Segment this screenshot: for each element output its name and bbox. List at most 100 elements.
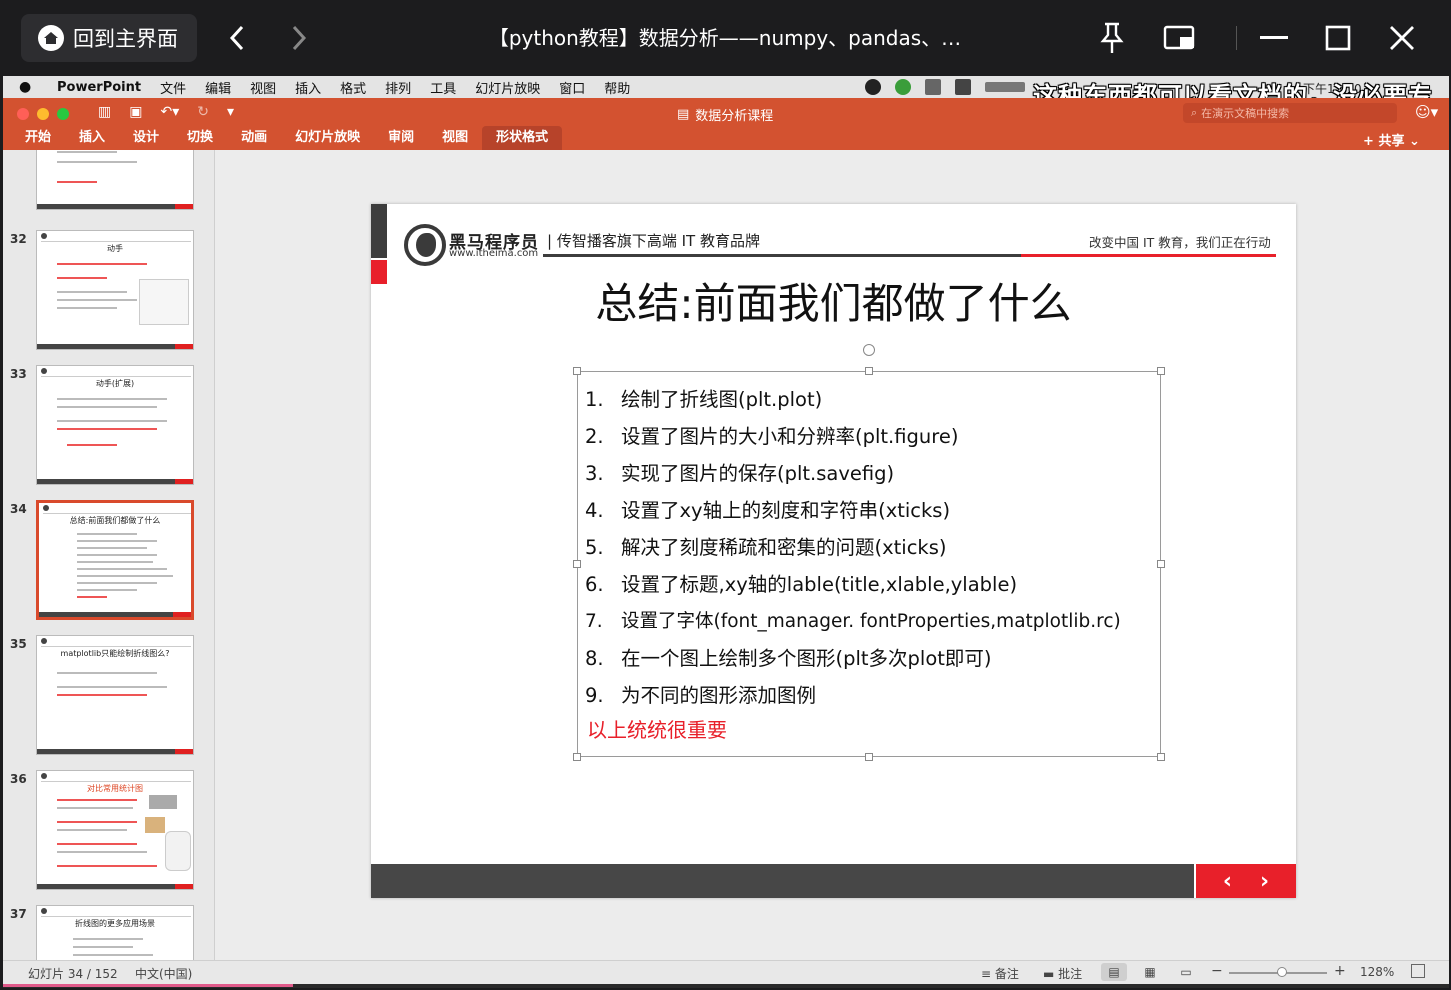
list-item[interactable]: 2. 设置了图片的大小和分辨率(plt.figure) — [585, 418, 1155, 455]
zoom-out-icon[interactable]: − — [1211, 963, 1223, 979]
search-input[interactable]: ⌕ 在演示文稿中搜索 — [1183, 103, 1397, 123]
thumb-text-line — [57, 843, 137, 845]
tab-view[interactable]: 视图 — [428, 126, 482, 150]
list-text: 设置了xy轴上的刻度和字符串(xticks) — [621, 499, 951, 522]
slide-thumbnail[interactable]: matplotlib只能绘制折线图么? — [36, 635, 194, 755]
apple-icon[interactable]: ● — [19, 79, 43, 95]
menu-insert[interactable]: 插入 — [295, 78, 321, 97]
menu-help[interactable]: 帮助 — [604, 78, 630, 97]
list-item[interactable]: 1. 绘制了折线图(plt.plot) — [585, 381, 1155, 418]
back-arrow-icon[interactable] — [222, 22, 252, 54]
notes-button[interactable]: ≡ 备注 — [981, 965, 1019, 982]
thumb-footer-red — [173, 612, 191, 617]
slide-editor-canvas[interactable]: 黑马程序员 www.itheima.com | 传智播客旗下高端 IT 教育品牌… — [216, 150, 1449, 960]
header-rule-red — [1021, 254, 1276, 257]
window-close-icon[interactable] — [17, 108, 29, 120]
tab-transitions[interactable]: 切换 — [173, 126, 227, 150]
forward-arrow-icon[interactable] — [284, 22, 314, 54]
menu-arrange[interactable]: 排列 — [385, 78, 411, 97]
menu-view[interactable]: 视图 — [250, 78, 276, 97]
summary-list[interactable]: 1. 绘制了折线图(plt.plot) 2. 设置了图片的大小和分辨率(plt.fi… — [585, 381, 1155, 714]
save-icon[interactable]: ▣ — [129, 104, 142, 120]
list-item[interactable]: 4. 设置了xy轴上的刻度和字符串(xticks) — [585, 492, 1155, 529]
thumb-text-line — [57, 851, 147, 853]
emphasis-text[interactable]: 以上统统很重要 — [587, 714, 727, 743]
menu-file[interactable]: 文件 — [160, 78, 186, 97]
home-button[interactable]: 回到主界面 — [21, 14, 197, 62]
resize-handle[interactable] — [865, 753, 873, 761]
customize-icon[interactable]: ▾ — [227, 104, 234, 120]
language-indicator[interactable]: 中文(中国) — [135, 965, 192, 982]
share-button[interactable]: + 共享 ⌄ — [1363, 130, 1420, 149]
list-item[interactable]: 6. 设置了标题,xy轴的lable(title,xlable,ylable) — [585, 566, 1155, 603]
list-item[interactable]: 8. 在一个图上绘制多个图形(plt多次plot即可) — [585, 640, 1155, 677]
slide-next-icon[interactable]: › — [1260, 869, 1269, 894]
airplane-status-icon[interactable] — [955, 79, 971, 95]
menu-app-name[interactable]: PowerPoint — [57, 80, 141, 95]
zoom-level[interactable]: 128% — [1360, 965, 1394, 979]
list-item[interactable]: 7. 设置了字体(font_manager. fontProperties,mat… — [585, 603, 1155, 640]
battery-icon[interactable] — [985, 82, 1025, 92]
tab-shape-format[interactable]: 形状格式 — [482, 126, 563, 150]
app-status-icon[interactable] — [865, 79, 881, 95]
thumb-text-line — [73, 938, 143, 940]
resize-handle[interactable] — [573, 560, 581, 568]
list-item[interactable]: 5. 解决了刻度稀疏和密集的问题(xticks) — [585, 529, 1155, 566]
menu-slideshow[interactable]: 幻灯片放映 — [475, 78, 540, 97]
resize-handle[interactable] — [573, 367, 581, 375]
slide-thumbnail[interactable]: 动手(扩展) — [36, 365, 194, 485]
tab-slideshow[interactable]: 幻灯片放映 — [281, 126, 374, 150]
slide-prev-icon[interactable]: ‹ — [1223, 869, 1232, 894]
fit-to-window-icon[interactable] — [1411, 964, 1425, 978]
resize-handle[interactable] — [1157, 367, 1165, 375]
menu-format[interactable]: 格式 — [340, 78, 366, 97]
tab-design[interactable]: 设计 — [119, 126, 173, 150]
redo-icon[interactable]: ↻ — [197, 104, 209, 120]
resize-handle[interactable] — [865, 367, 873, 375]
rotate-handle-icon[interactable] — [863, 344, 875, 356]
zoom-in-icon[interactable]: + — [1334, 963, 1346, 979]
menu-window[interactable]: 窗口 — [559, 78, 585, 97]
feedback-icon[interactable]: ☺▾ — [1415, 103, 1438, 121]
tab-insert[interactable]: 插入 — [65, 126, 119, 150]
upload-status-icon[interactable] — [895, 79, 911, 95]
close-icon[interactable] — [1384, 20, 1420, 56]
slide-thumbnail[interactable] — [36, 150, 194, 210]
current-slide[interactable]: 黑马程序员 www.itheima.com | 传智播客旗下高端 IT 教育品牌… — [371, 204, 1296, 898]
slide-sorter-icon[interactable]: ▦ — [1137, 963, 1163, 981]
comments-button[interactable]: ▬ 批注 — [1043, 965, 1082, 982]
tab-review[interactable]: 审阅 — [374, 126, 428, 150]
maximize-icon[interactable] — [1320, 20, 1356, 56]
window-zoom-icon[interactable] — [57, 108, 69, 120]
slide-title[interactable]: 总结:前面我们都做了什么 — [371, 270, 1296, 331]
slide-thumbnail[interactable]: 对比常用统计图 — [36, 770, 194, 890]
thumb-text-line — [77, 596, 107, 598]
tab-home[interactable]: 开始 — [3, 126, 65, 150]
sidebar-toggle-icon[interactable]: ▥ — [98, 104, 111, 120]
menu-edit[interactable]: 编辑 — [205, 78, 231, 97]
thumb-image — [145, 817, 165, 833]
share-label: 共享 — [1378, 134, 1405, 149]
video-progress-fill[interactable] — [3, 984, 293, 987]
tab-animations[interactable]: 动画 — [227, 126, 281, 150]
slide-thumbnail-pane[interactable]: 32 动手 33 动手(扩展) 34 总结:前面我们都做了什么 35 matpl… — [3, 150, 215, 960]
zoom-slider-knob[interactable] — [1277, 967, 1287, 977]
slide-thumbnail[interactable]: 折线图的更多应用场景 — [36, 905, 194, 960]
menu-tools[interactable]: 工具 — [430, 78, 456, 97]
resize-handle[interactable] — [573, 753, 581, 761]
resize-handle[interactable] — [1157, 753, 1165, 761]
list-item[interactable]: 9. 为不同的图形添加图例 — [585, 677, 1155, 714]
pin-icon[interactable] — [1094, 20, 1130, 56]
send-status-icon[interactable] — [925, 79, 941, 95]
thumb-text-line — [73, 946, 133, 948]
resize-handle[interactable] — [1157, 560, 1165, 568]
reading-view-icon[interactable]: ▭ — [1173, 963, 1199, 981]
minimize-icon[interactable] — [1256, 20, 1292, 56]
slide-thumbnail-active[interactable]: 总结:前面我们都做了什么 — [36, 500, 194, 620]
slide-thumbnail[interactable]: 动手 — [36, 230, 194, 350]
pip-icon[interactable] — [1162, 20, 1198, 56]
list-item[interactable]: 3. 实现了图片的保存(plt.savefig) — [585, 455, 1155, 492]
normal-view-icon[interactable]: ▤ — [1101, 963, 1127, 981]
undo-icon[interactable]: ↶▾ — [160, 104, 179, 120]
window-minimize-icon[interactable] — [37, 108, 49, 120]
